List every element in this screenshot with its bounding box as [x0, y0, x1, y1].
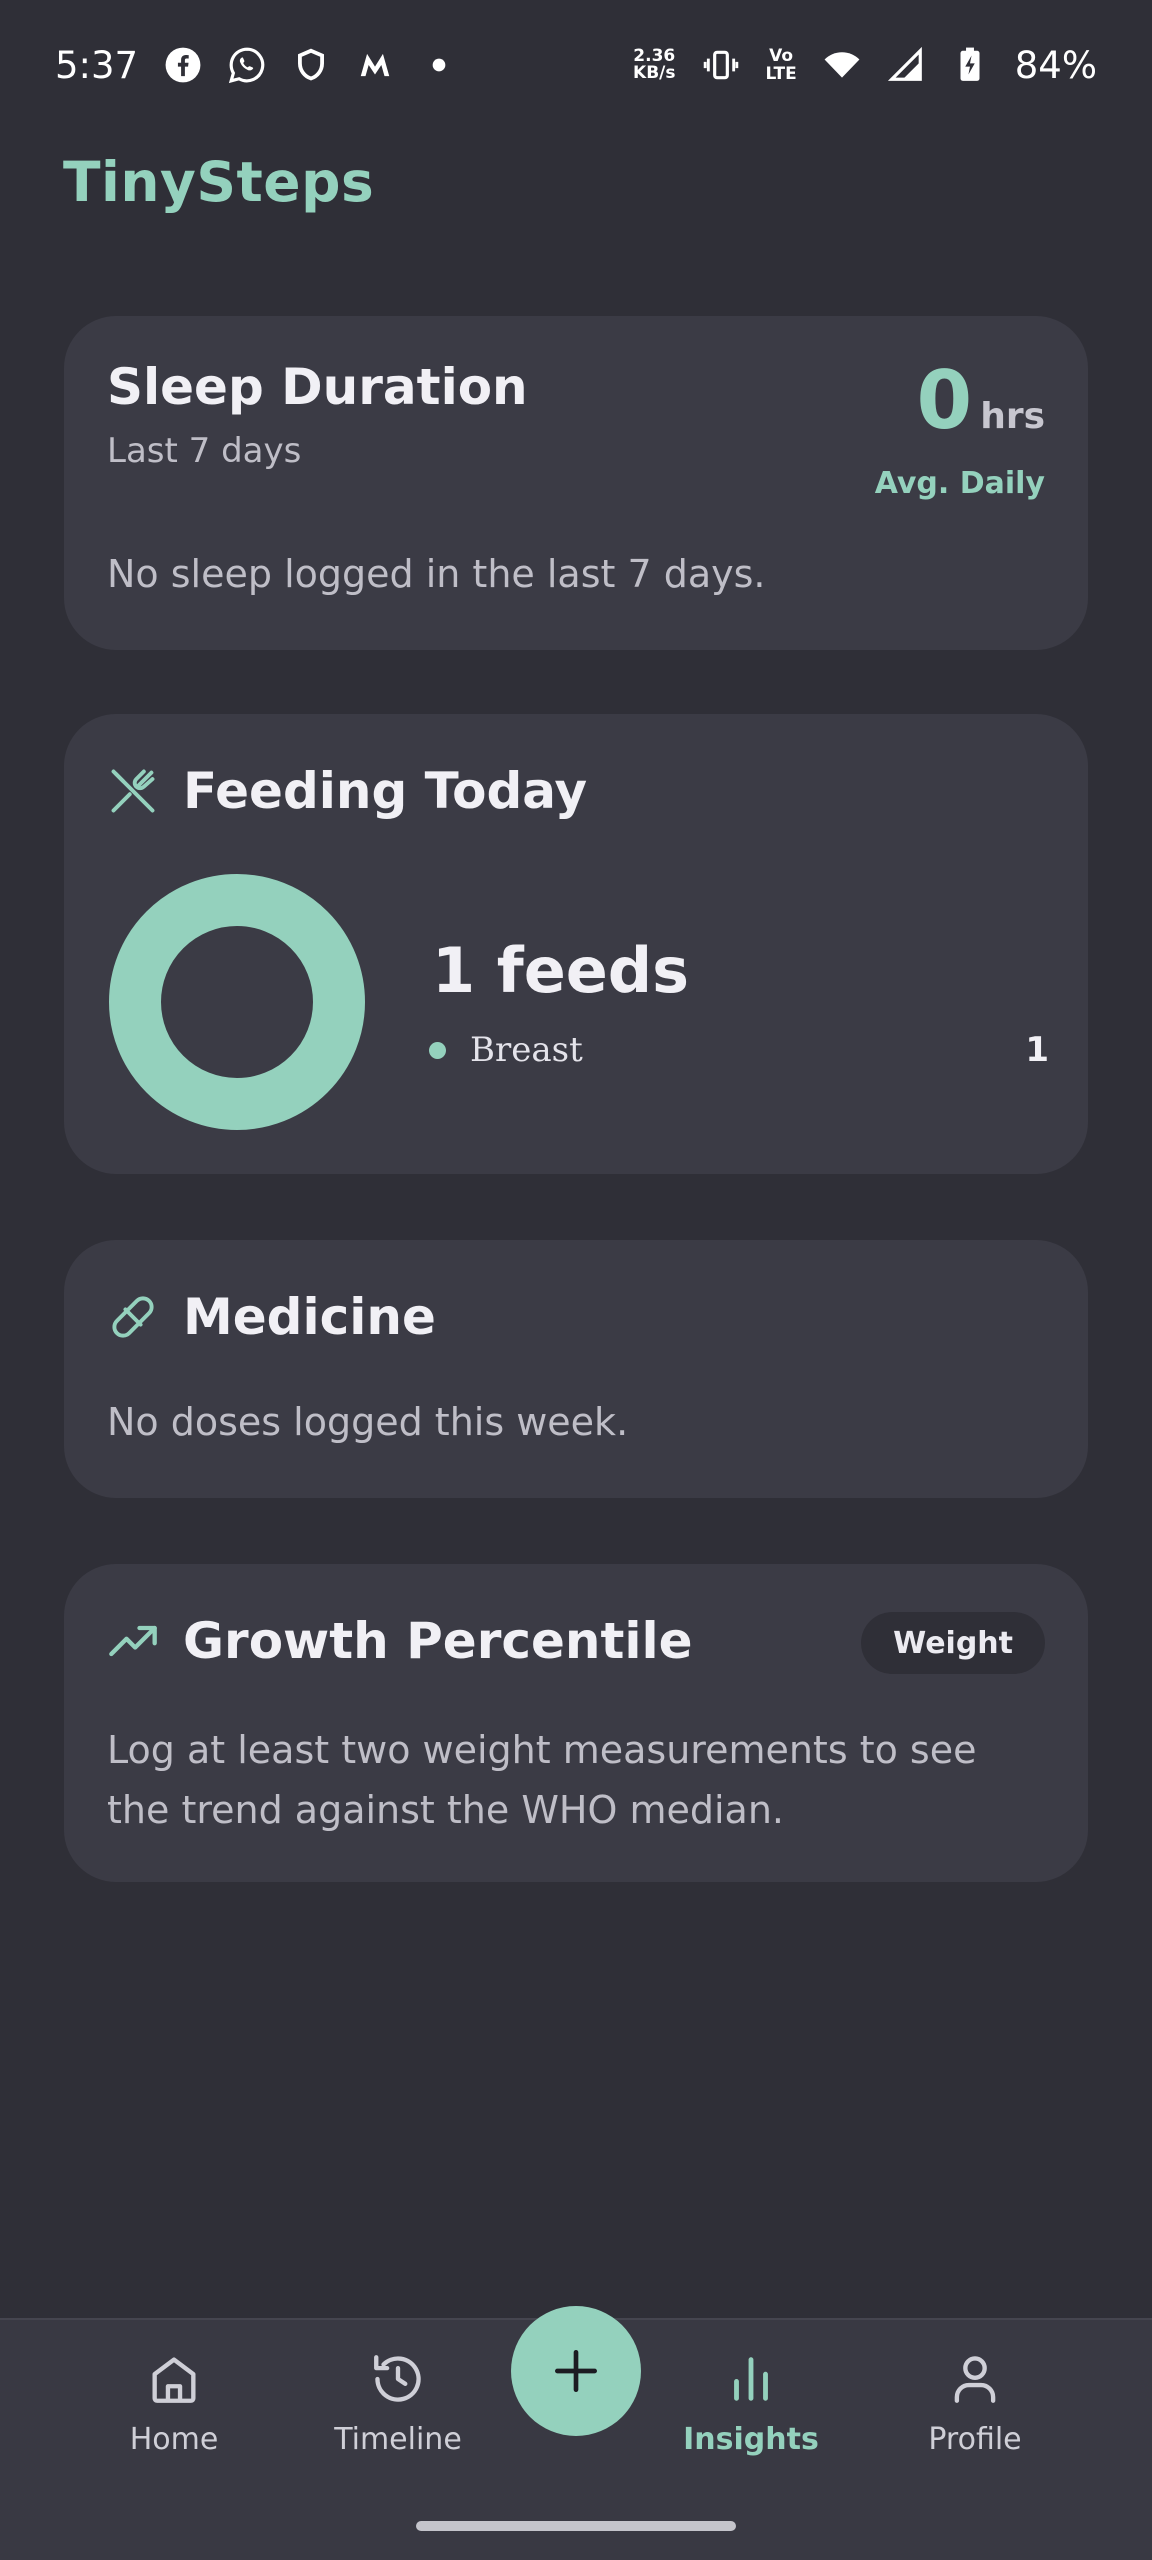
legend-dot [429, 1041, 446, 1059]
legend-row-breast: Breast 1 [429, 1030, 1049, 1070]
growth-empty-text: Log at least two weight measurements to … [107, 1728, 977, 1832]
growth-metric-chip[interactable]: Weight [861, 1612, 1045, 1674]
volte-indicator: Vo LTE [766, 47, 797, 83]
donut-slice-breast [109, 874, 365, 1130]
signal-icon [887, 46, 925, 84]
medicine-card-title: Medicine [183, 1288, 436, 1346]
plus-icon [555, 2350, 597, 2392]
nav-item-timeline[interactable]: Timeline [308, 2350, 488, 2457]
whatsapp-icon [228, 46, 266, 84]
status-bar: 5:37 2.36 KB/s Vo LTE 84% [0, 0, 1152, 130]
feeding-today-card[interactable]: Feeding Today 1 feeds Breast 1 [64, 714, 1088, 1174]
bar-chart-icon [722, 2350, 780, 2408]
status-bar-right: 2.36 KB/s Vo LTE 84% [633, 44, 1097, 87]
clock: 5:37 [55, 43, 139, 87]
growth-card-title: Growth Percentile [183, 1612, 693, 1670]
nav-label-insights: Insights [683, 2422, 819, 2457]
utensils-icon [107, 765, 159, 817]
nav-item-home[interactable]: Home [84, 2350, 264, 2457]
sleep-empty-text: No sleep logged in the last 7 days. [107, 552, 766, 596]
legend-label: Breast [470, 1030, 583, 1070]
sleep-duration-card[interactable]: Sleep Duration Last 7 days 0 hrs Avg. Da… [64, 316, 1088, 650]
feeding-donut-chart [109, 874, 365, 1130]
trending-up-icon [107, 1615, 159, 1667]
sleep-value-number: 0 [916, 354, 973, 447]
nav-label-home: Home [129, 2422, 219, 2457]
feeding-card-header: Feeding Today [107, 762, 587, 820]
legend-value: 1 [1025, 1030, 1049, 1070]
shield-icon [292, 46, 330, 84]
person-icon [946, 2350, 1004, 2408]
nav-item-profile[interactable]: Profile [885, 2350, 1065, 2457]
dot-icon [420, 46, 458, 84]
sleep-value-unit: hrs [980, 396, 1045, 437]
feed-count: 1 feeds [432, 934, 690, 1007]
growth-percentile-card[interactable]: Growth Percentile Weight Log at least tw… [64, 1564, 1088, 1882]
nav-item-insights[interactable]: Insights [661, 2350, 841, 2457]
medicine-card[interactable]: Medicine No doses logged this week. [64, 1240, 1088, 1498]
sleep-average-value: 0 hrs [917, 356, 1045, 446]
battery-charging-icon [951, 46, 989, 84]
battery-percentage: 84% [1014, 43, 1097, 87]
home-icon [145, 2350, 203, 2408]
status-bar-left: 5:37 [55, 44, 458, 87]
history-icon [369, 2350, 427, 2408]
feeding-card-title: Feeding Today [183, 762, 588, 820]
medicine-empty-text: No doses logged this week. [107, 1400, 629, 1444]
nav-label-timeline: Timeline [334, 2422, 462, 2457]
volte-top: Vo [769, 46, 794, 66]
medicine-card-header: Medicine [107, 1288, 436, 1346]
network-speed-unit: KB/s [633, 63, 676, 83]
sleep-card-title: Sleep Duration [107, 358, 528, 416]
network-speed: 2.36 KB/s [633, 48, 675, 82]
myntra-icon [356, 46, 394, 84]
home-gesture-bar[interactable] [416, 2521, 736, 2531]
sleep-card-subtitle: Last 7 days [107, 431, 302, 471]
wifi-icon [823, 46, 861, 84]
nav-label-profile: Profile [928, 2422, 1022, 2457]
vibrate-icon [702, 46, 740, 84]
pill-icon [107, 1291, 159, 1343]
app-title: TinySteps [63, 150, 375, 214]
volte-bottom: LTE [765, 64, 797, 84]
facebook-icon [164, 46, 202, 84]
sleep-avg-label: Avg. Daily [874, 466, 1045, 501]
add-entry-button[interactable] [511, 2306, 641, 2436]
growth-card-header: Growth Percentile [107, 1612, 693, 1670]
